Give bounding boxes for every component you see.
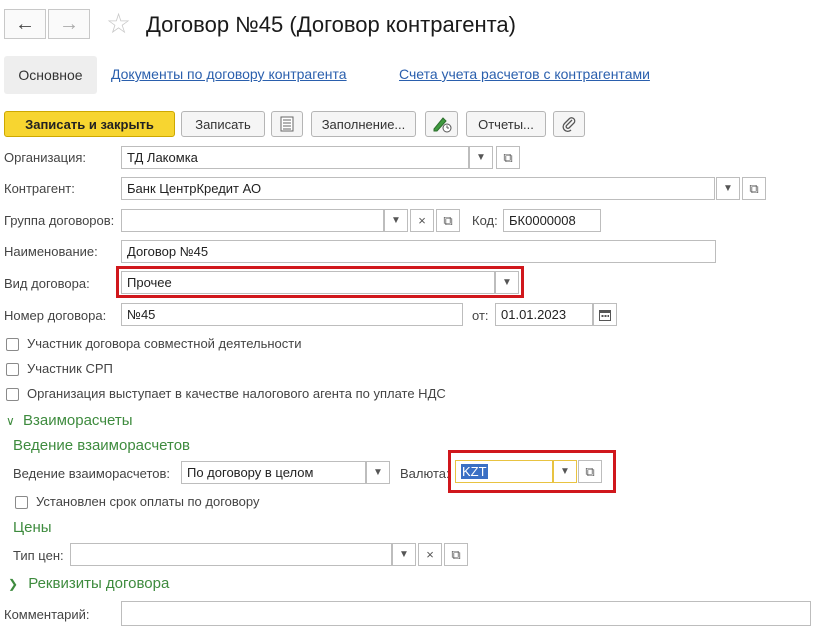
- currency-input[interactable]: KZT: [455, 460, 553, 483]
- srp-label: Участник СРП: [27, 361, 113, 376]
- open-icon: ⧉: [443, 212, 453, 228]
- triangle-down-icon: ▼: [502, 277, 512, 288]
- date-label: от:: [472, 308, 489, 323]
- back-button[interactable]: ←: [4, 9, 46, 39]
- price-type-input[interactable]: [70, 543, 392, 566]
- chevron-down-icon: ∨: [6, 414, 15, 428]
- tab-settlement-accounts[interactable]: Счета учета расчетов с контрагентами: [399, 66, 650, 82]
- contract-group-open-button[interactable]: ⧉: [436, 209, 460, 232]
- tab-main[interactable]: Основное: [4, 56, 97, 94]
- page-title: Договор №45 (Договор контрагента): [146, 12, 516, 37]
- price-type-dropdown[interactable]: ▼: [392, 543, 416, 566]
- settlements-section-title: Взаиморасчеты: [22, 412, 133, 429]
- code-input[interactable]: БК0000008: [503, 209, 601, 232]
- triangle-down-icon: ▼: [373, 467, 383, 478]
- edit-button[interactable]: [425, 111, 458, 137]
- document-list-icon: [280, 116, 294, 132]
- arrow-right-icon: →: [59, 12, 79, 35]
- paperclip-icon: [562, 117, 576, 132]
- name-input[interactable]: Договор №45: [121, 240, 716, 263]
- currency-dropdown[interactable]: ▼: [553, 460, 577, 483]
- calendar-icon: [599, 309, 611, 321]
- chevron-right-icon: ❯: [8, 577, 19, 591]
- reports-button[interactable]: Отчеты...: [466, 111, 546, 137]
- contract-group-clear[interactable]: ×: [410, 209, 434, 232]
- settlements-subtitle: Ведение взаиморасчетов: [13, 437, 191, 454]
- organization-label: Организация:: [4, 150, 87, 165]
- payment-term-label: Установлен срок оплаты по договору: [36, 494, 260, 509]
- save-button[interactable]: Записать: [181, 111, 265, 137]
- settlements-section-toggle[interactable]: ∨ Взаиморасчеты: [6, 412, 133, 429]
- contract-group-label: Группа договоров:: [4, 213, 115, 228]
- open-icon: ⧉: [749, 180, 759, 196]
- contract-type-label: Вид договора:: [4, 276, 90, 291]
- triangle-down-icon: ▼: [391, 215, 401, 226]
- triangle-down-icon: ▼: [560, 466, 570, 477]
- joint-activity-checkbox[interactable]: [6, 338, 19, 351]
- tax-agent-checkbox[interactable]: [6, 388, 19, 401]
- comment-input[interactable]: [121, 601, 811, 626]
- tab-contract-documents[interactable]: Документы по договору контрагента: [111, 66, 347, 82]
- price-type-label: Тип цен:: [13, 548, 64, 563]
- contractor-input[interactable]: Банк ЦентрКредит АО: [121, 177, 715, 200]
- fill-button[interactable]: Заполнение...: [311, 111, 416, 137]
- contract-details-title: Реквизиты договора: [28, 575, 170, 592]
- currency-label: Валюта:: [400, 466, 450, 481]
- triangle-down-icon: ▼: [476, 152, 486, 163]
- save-and-close-button[interactable]: Записать и закрыть: [4, 111, 175, 137]
- price-type-clear[interactable]: ×: [418, 543, 442, 566]
- organization-open-button[interactable]: ⧉: [496, 146, 520, 169]
- star-icon[interactable]: ☆: [106, 10, 131, 38]
- contract-group-dropdown[interactable]: ▼: [384, 209, 408, 232]
- contractor-dropdown[interactable]: ▼: [716, 177, 740, 200]
- contract-type-input[interactable]: Прочее: [121, 271, 495, 294]
- attach-button[interactable]: [553, 111, 585, 137]
- joint-activity-label: Участник договора совместной деятельност…: [27, 336, 302, 351]
- open-icon: ⧉: [585, 463, 595, 479]
- contract-number-label: Номер договора:: [4, 308, 107, 323]
- prices-subtitle: Цены: [13, 519, 52, 536]
- date-picker-button[interactable]: [593, 303, 617, 326]
- code-label: Код:: [472, 213, 498, 228]
- organization-input[interactable]: ТД Лакомка: [121, 146, 469, 169]
- comment-label: Комментарий:: [4, 607, 90, 622]
- contractor-label: Контрагент:: [4, 181, 75, 196]
- price-type-open-button[interactable]: ⧉: [444, 543, 468, 566]
- currency-open-button[interactable]: ⧉: [578, 460, 602, 483]
- contract-details-toggle[interactable]: ❯ Реквизиты договора: [8, 575, 169, 592]
- open-icon: ⧉: [451, 546, 461, 562]
- forward-button[interactable]: →: [48, 9, 90, 39]
- name-label: Наименование:: [4, 244, 98, 259]
- list-button[interactable]: [271, 111, 303, 137]
- payment-term-checkbox[interactable]: [15, 496, 28, 509]
- pencil-clock-icon: [433, 117, 451, 133]
- settlement-mode-label: Ведение взаиморасчетов:: [13, 466, 171, 481]
- settlement-mode-dropdown[interactable]: ▼: [366, 461, 390, 484]
- arrow-left-icon: ←: [15, 12, 35, 35]
- organization-dropdown[interactable]: ▼: [469, 146, 493, 169]
- close-icon: ×: [426, 547, 434, 562]
- contract-number-input[interactable]: №45: [121, 303, 463, 326]
- triangle-down-icon: ▼: [723, 183, 733, 194]
- open-icon: ⧉: [503, 149, 513, 165]
- triangle-down-icon: ▼: [399, 549, 409, 560]
- currency-value: KZT: [461, 464, 488, 479]
- contractor-open-button[interactable]: ⧉: [742, 177, 766, 200]
- contract-type-dropdown[interactable]: ▼: [495, 271, 519, 294]
- close-icon: ×: [418, 213, 426, 228]
- settlement-mode-input[interactable]: По договору в целом: [181, 461, 366, 484]
- date-input[interactable]: 01.01.2023: [495, 303, 593, 326]
- contract-group-input[interactable]: [121, 209, 384, 232]
- srp-checkbox[interactable]: [6, 363, 19, 376]
- tax-agent-label: Организация выступает в качестве налогов…: [27, 386, 446, 401]
